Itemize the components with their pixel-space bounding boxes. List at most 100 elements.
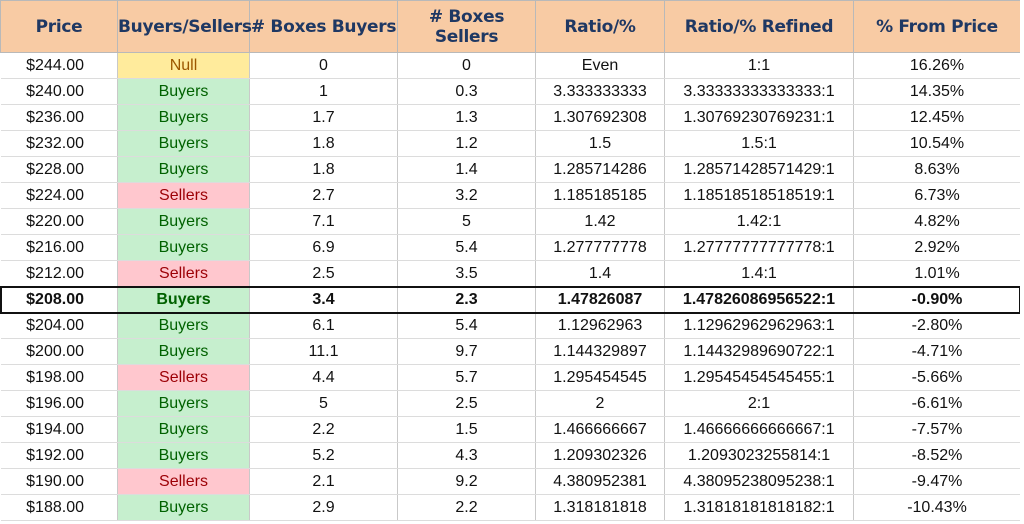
cell-boxes-buyers[interactable]: 11.1	[249, 338, 398, 365]
cell-ratio-refined[interactable]: 1:1	[664, 52, 854, 79]
cell-boxes-buyers[interactable]: 1.8	[249, 156, 398, 183]
cell-pct-from-price[interactable]: 4.82%	[853, 208, 1021, 235]
cell-price[interactable]: $200.00	[0, 338, 118, 365]
cell-price[interactable]: $224.00	[0, 182, 118, 209]
cell-ratio[interactable]: 1.295454545	[535, 364, 665, 391]
cell-boxes-sellers[interactable]: 5.7	[397, 364, 536, 391]
cell-pct-from-price[interactable]: 10.54%	[853, 130, 1021, 157]
cell-boxes-buyers[interactable]: 2.5	[249, 260, 398, 287]
cell-price[interactable]: $232.00	[0, 130, 118, 157]
cell-side[interactable]: Buyers	[117, 494, 250, 521]
cell-ratio[interactable]: 1.318181818	[535, 494, 665, 521]
cell-boxes-sellers[interactable]: 1.4	[397, 156, 536, 183]
cell-boxes-sellers[interactable]: 0.3	[397, 78, 536, 105]
header-ratio-refined[interactable]: Ratio/% Refined	[664, 0, 854, 53]
cell-pct-from-price[interactable]: 8.63%	[853, 156, 1021, 183]
cell-side[interactable]: Sellers	[117, 468, 250, 495]
cell-price[interactable]: $240.00	[0, 78, 118, 105]
cell-boxes-sellers[interactable]: 5.4	[397, 312, 536, 339]
cell-side[interactable]: Buyers	[117, 416, 250, 443]
cell-boxes-buyers[interactable]: 4.4	[249, 364, 398, 391]
cell-boxes-buyers[interactable]: 2.1	[249, 468, 398, 495]
cell-pct-from-price[interactable]: -6.61%	[853, 390, 1021, 417]
cell-boxes-sellers[interactable]: 1.3	[397, 104, 536, 131]
cell-ratio[interactable]: 1.466666667	[535, 416, 665, 443]
cell-ratio[interactable]: 2	[535, 390, 665, 417]
cell-boxes-sellers[interactable]: 4.3	[397, 442, 536, 469]
cell-side[interactable]: Buyers	[117, 78, 250, 105]
cell-side[interactable]: Buyers	[117, 104, 250, 131]
cell-side[interactable]: Buyers	[117, 208, 250, 235]
cell-side[interactable]: Buyers	[117, 286, 250, 313]
cell-price[interactable]: $194.00	[0, 416, 118, 443]
cell-ratio[interactable]: 3.333333333	[535, 78, 665, 105]
cell-boxes-buyers[interactable]: 5	[249, 390, 398, 417]
cell-ratio-refined[interactable]: 1.28571428571429:1	[664, 156, 854, 183]
cell-boxes-sellers[interactable]: 2.5	[397, 390, 536, 417]
cell-side[interactable]: Buyers	[117, 234, 250, 261]
cell-boxes-buyers[interactable]: 1.7	[249, 104, 398, 131]
cell-pct-from-price[interactable]: 16.26%	[853, 52, 1021, 79]
cell-side[interactable]: Buyers	[117, 442, 250, 469]
cell-ratio[interactable]: 1.5	[535, 130, 665, 157]
cell-side[interactable]: Null	[117, 52, 250, 79]
cell-pct-from-price[interactable]: -10.43%	[853, 494, 1021, 521]
header-boxes-sellers[interactable]: # Boxes Sellers	[397, 0, 536, 53]
cell-pct-from-price[interactable]: -0.90%	[853, 286, 1021, 313]
cell-price[interactable]: $236.00	[0, 104, 118, 131]
cell-ratio-refined[interactable]: 4.38095238095238:1	[664, 468, 854, 495]
cell-price[interactable]: $228.00	[0, 156, 118, 183]
cell-pct-from-price[interactable]: -7.57%	[853, 416, 1021, 443]
cell-boxes-buyers[interactable]: 2.2	[249, 416, 398, 443]
cell-price[interactable]: $216.00	[0, 234, 118, 261]
cell-pct-from-price[interactable]: -4.71%	[853, 338, 1021, 365]
cell-boxes-sellers[interactable]: 0	[397, 52, 536, 79]
cell-price[interactable]: $212.00	[0, 260, 118, 287]
cell-ratio-refined[interactable]: 1.5:1	[664, 130, 854, 157]
cell-ratio[interactable]: 1.4	[535, 260, 665, 287]
cell-price[interactable]: $204.00	[0, 312, 118, 339]
cell-ratio[interactable]: 1.47826087	[535, 286, 665, 313]
cell-ratio[interactable]: Even	[535, 52, 665, 79]
cell-pct-from-price[interactable]: -9.47%	[853, 468, 1021, 495]
cell-ratio-refined[interactable]: 1.30769230769231:1	[664, 104, 854, 131]
cell-side[interactable]: Buyers	[117, 312, 250, 339]
cell-boxes-buyers[interactable]: 0	[249, 52, 398, 79]
cell-boxes-buyers[interactable]: 1.8	[249, 130, 398, 157]
cell-ratio-refined[interactable]: 1.27777777777778:1	[664, 234, 854, 261]
cell-ratio-refined[interactable]: 1.4:1	[664, 260, 854, 287]
cell-boxes-buyers[interactable]: 2.7	[249, 182, 398, 209]
cell-side[interactable]: Buyers	[117, 338, 250, 365]
cell-ratio-refined[interactable]: 1.46666666666667:1	[664, 416, 854, 443]
cell-price[interactable]: $188.00	[0, 494, 118, 521]
cell-pct-from-price[interactable]: 2.92%	[853, 234, 1021, 261]
cell-price[interactable]: $192.00	[0, 442, 118, 469]
cell-side[interactable]: Sellers	[117, 182, 250, 209]
cell-price[interactable]: $198.00	[0, 364, 118, 391]
cell-boxes-sellers[interactable]: 2.3	[397, 286, 536, 313]
cell-price[interactable]: $196.00	[0, 390, 118, 417]
cell-pct-from-price[interactable]: -8.52%	[853, 442, 1021, 469]
cell-boxes-sellers[interactable]: 1.2	[397, 130, 536, 157]
header-boxes-buyers[interactable]: # Boxes Buyers	[249, 0, 398, 53]
cell-ratio[interactable]: 1.277777778	[535, 234, 665, 261]
cell-pct-from-price[interactable]: -2.80%	[853, 312, 1021, 339]
cell-pct-from-price[interactable]: 12.45%	[853, 104, 1021, 131]
cell-ratio-refined[interactable]: 2:1	[664, 390, 854, 417]
cell-boxes-buyers[interactable]: 6.9	[249, 234, 398, 261]
cell-side[interactable]: Buyers	[117, 390, 250, 417]
cell-boxes-sellers[interactable]: 5	[397, 208, 536, 235]
cell-ratio-refined[interactable]: 1.2093023255814:1	[664, 442, 854, 469]
cell-boxes-buyers[interactable]: 5.2	[249, 442, 398, 469]
cell-boxes-buyers[interactable]: 6.1	[249, 312, 398, 339]
cell-boxes-buyers[interactable]: 2.9	[249, 494, 398, 521]
cell-price[interactable]: $190.00	[0, 468, 118, 495]
cell-ratio-refined[interactable]: 1.14432989690722:1	[664, 338, 854, 365]
cell-pct-from-price[interactable]: 14.35%	[853, 78, 1021, 105]
cell-pct-from-price[interactable]: 1.01%	[853, 260, 1021, 287]
cell-ratio[interactable]: 1.12962963	[535, 312, 665, 339]
cell-ratio[interactable]: 4.380952381	[535, 468, 665, 495]
cell-side[interactable]: Sellers	[117, 364, 250, 391]
cell-ratio-refined[interactable]: 1.47826086956522:1	[664, 286, 854, 313]
header-ratio[interactable]: Ratio/%	[535, 0, 665, 53]
